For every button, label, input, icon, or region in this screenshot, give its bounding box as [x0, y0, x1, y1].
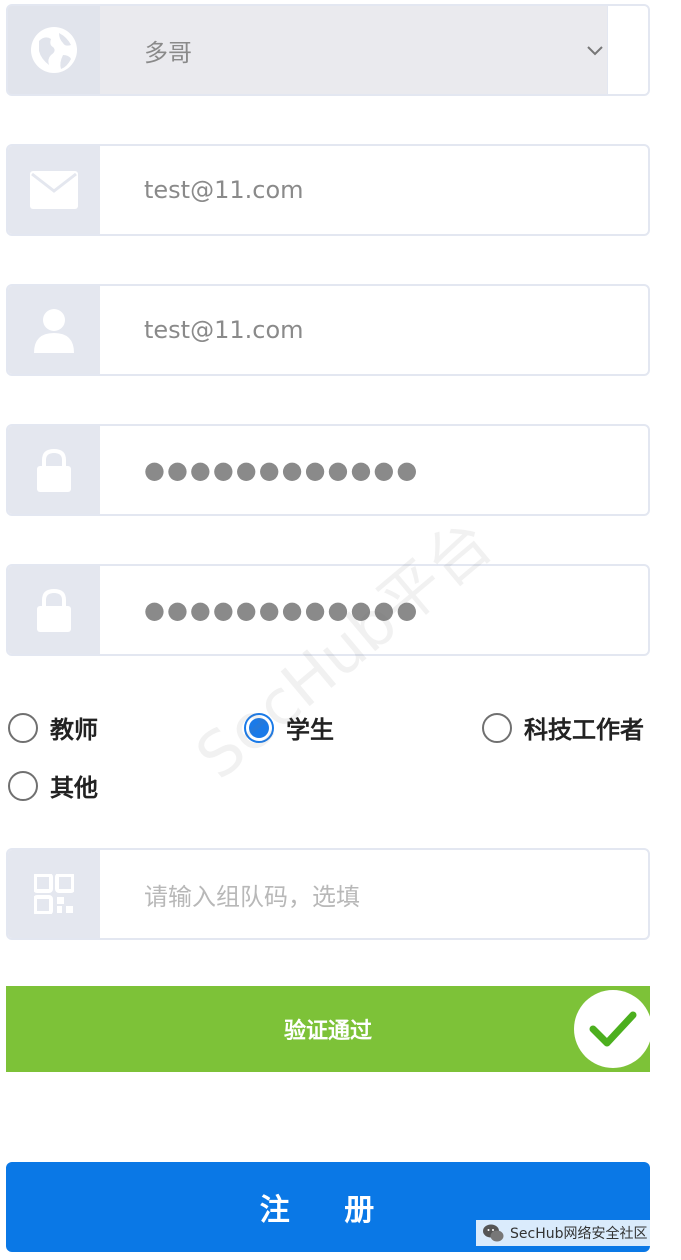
radio-other[interactable]: 其他: [8, 768, 98, 803]
radio-label: 科技工作者: [524, 716, 644, 744]
radio-label: 其他: [50, 774, 98, 802]
lock-icon: [8, 566, 100, 654]
lock-icon: [8, 426, 100, 514]
email-value: test@11.com: [144, 176, 304, 204]
check-icon[interactable]: [574, 990, 652, 1068]
chevron-down-icon[interactable]: [586, 42, 604, 61]
username-value: test@11.com: [144, 316, 304, 344]
radio-circle[interactable]: [8, 770, 38, 801]
credit-text: SecHub网络安全社区: [510, 1226, 648, 1242]
region-select[interactable]: 多哥: [6, 4, 650, 96]
verify-slider[interactable]: 验证通过: [6, 986, 652, 1072]
team-code-field[interactable]: 请输入组队码，选填: [6, 848, 650, 940]
radio-label: 教师: [50, 716, 98, 744]
globe-icon: [8, 6, 100, 94]
password-value: ●●●●●●●●●●●●: [144, 456, 420, 484]
wechat-icon: [483, 1224, 504, 1242]
team-code-placeholder: 请输入组队码，选填: [144, 882, 360, 911]
radio-teacher[interactable]: 教师: [8, 710, 98, 745]
radio-circle[interactable]: [8, 712, 38, 743]
username-field[interactable]: test@11.com: [6, 284, 650, 376]
radio-tech-worker[interactable]: 科技工作者: [482, 710, 644, 745]
region-value: 多哥: [144, 38, 192, 67]
mail-icon: [8, 146, 100, 234]
select-edge: [607, 6, 648, 94]
radio-circle[interactable]: [482, 712, 512, 743]
password-field[interactable]: ●●●●●●●●●●●●: [6, 424, 650, 516]
credit-badge: SecHub网络安全社区: [476, 1220, 654, 1246]
user-icon: [8, 286, 100, 374]
email-field[interactable]: test@11.com: [6, 144, 650, 236]
verify-label: 验证通过: [283, 1019, 372, 1044]
qrcode-icon: [8, 850, 100, 938]
